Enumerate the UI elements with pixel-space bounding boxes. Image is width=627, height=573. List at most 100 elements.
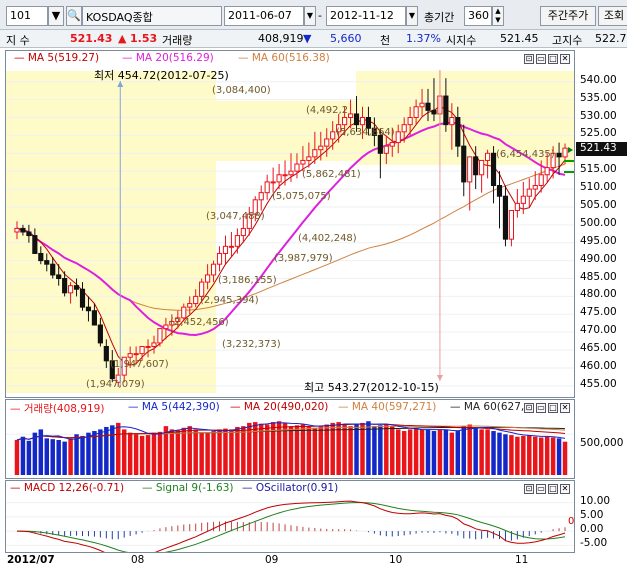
highlight-region (6, 71, 216, 393)
weekly-price-button[interactable]: 주간주가 (540, 6, 596, 26)
volume-bar (300, 424, 306, 475)
pin-icon[interactable]: ⊡ (524, 484, 534, 494)
candle-body (342, 117, 348, 126)
vol-ma60-legend: — MA 60(627, (450, 401, 524, 413)
volume-bar (199, 432, 204, 475)
candle-body (324, 138, 330, 147)
quote-bar: 지 수 521.43 ▲ 1.53 거래량 408,919 ▼ 5,660 천 … (0, 30, 627, 48)
date-axis: 2012/07 08 09 10 11 (5, 553, 575, 570)
volume-bar (407, 429, 413, 475)
volume-annotation: (3,987,979) (274, 253, 333, 264)
candle-body (318, 145, 324, 151)
candle-body (407, 117, 413, 126)
maximize-icon[interactable]: □ (548, 403, 558, 413)
candle-body (133, 353, 139, 356)
vol-ma5-legend-text: MA 5(442,390) (141, 401, 220, 413)
search-button[interactable]: 🔍 (66, 6, 82, 26)
volume-bar (253, 422, 258, 475)
period-label: 총기간 (424, 11, 455, 24)
volume-bar (425, 429, 431, 475)
close-icon[interactable]: ✕ (560, 484, 570, 494)
code-dropdown-button[interactable]: ▼ (48, 6, 64, 26)
price-y-tick: 480.00 (580, 288, 617, 300)
pin-icon[interactable]: ⊡ (524, 403, 534, 413)
volume-annotation: (1,947,079) (86, 379, 145, 390)
start-date-input[interactable]: 2011-06-07 (224, 6, 304, 26)
volume-chart-panel[interactable]: — 거래량(408,919) — MA 5(442,390) — MA 20(4… (5, 399, 575, 479)
legend-line-icon: — (10, 482, 24, 494)
volume-bar (223, 428, 228, 475)
restore-icon[interactable]: ▭ (536, 54, 546, 64)
candle-body (479, 159, 485, 176)
restore-icon[interactable]: ▭ (536, 403, 546, 413)
candle-body (85, 306, 92, 312)
candle-body (431, 109, 437, 115)
candle-body (294, 163, 300, 172)
candle-body (228, 245, 235, 248)
pin-icon[interactable]: ⊡ (524, 54, 534, 64)
volume-bar (288, 426, 294, 475)
volume-bar (44, 438, 49, 475)
volume-bar (217, 429, 222, 475)
ma60-legend-text: MA 60(516.38) (251, 52, 330, 64)
volume-bar (562, 441, 568, 475)
close-icon[interactable]: ✕ (560, 54, 570, 64)
volume-bar (74, 434, 79, 475)
query-button[interactable]: 조회 (598, 6, 627, 26)
period-input[interactable]: 360 (464, 6, 492, 26)
macd-chart-panel[interactable]: — MACD 12,26(-0.71) — Signal 9(-1.63) — … (5, 480, 575, 553)
candle-body (461, 145, 467, 183)
maximize-icon[interactable]: □ (548, 484, 558, 494)
rate-value: 1.37% (406, 32, 441, 45)
code-input[interactable]: 101 (6, 6, 48, 26)
candle-body (395, 131, 401, 144)
ma20-legend-text: MA 20(516.29) (135, 52, 214, 64)
candle-body (258, 192, 264, 201)
volume-bar (50, 439, 55, 475)
candle-body (151, 342, 157, 347)
end-date-dropdown[interactable]: ▼ (406, 6, 418, 26)
legend-line-icon: — (450, 401, 464, 413)
volume-bar (443, 429, 449, 475)
vol-ma20-legend: — MA 20(490,020) (230, 401, 328, 413)
volume-bar (116, 422, 121, 475)
candle-body (330, 131, 336, 140)
candle-body (377, 134, 383, 154)
candle-body (79, 288, 86, 308)
restore-icon[interactable]: ▭ (536, 484, 546, 494)
volume-bar (431, 431, 437, 475)
end-date-input[interactable]: 2012-11-12 (326, 6, 406, 26)
legend-line-icon: — (122, 52, 136, 64)
candle-body (425, 102, 431, 111)
period-spinner[interactable]: ▲ ▼ (492, 6, 504, 26)
volume-bar (32, 432, 38, 475)
candle-body (473, 156, 479, 176)
volume-value: 408,919 (258, 32, 304, 45)
chevron-down-icon: ▼ (51, 9, 61, 22)
legend-line-icon: — (128, 401, 142, 413)
candle-body (556, 152, 562, 158)
volume-label: 거래량 (162, 34, 193, 47)
start-date-dropdown[interactable]: ▼ (304, 6, 316, 26)
down-triangle-icon: ▼ (303, 32, 312, 45)
volume-annotation: (3,232,373) (222, 339, 281, 350)
price-chart-panel[interactable]: 최저 454.72(2012-07-25) 최고 543.27(2012-10-1… (5, 50, 575, 398)
maximize-icon[interactable]: □ (548, 54, 558, 64)
volume-bar (467, 424, 472, 475)
volume-bar (264, 424, 270, 475)
candle-body (306, 156, 312, 161)
price-y-tick: 540.00 (580, 74, 617, 86)
volume-bar (247, 422, 252, 475)
close-icon[interactable]: ✕ (560, 403, 570, 413)
change-value: 1.53 (130, 32, 158, 45)
candle-body (14, 227, 20, 233)
volume-bar (175, 430, 181, 475)
ma20-legend: — MA 20(516.29) (122, 52, 214, 64)
volume-bar (419, 429, 425, 475)
legend-line-icon: — (10, 403, 24, 415)
chevron-down-icon: ▼ (408, 11, 416, 20)
volume-bar (133, 434, 139, 475)
price-value: 521.43 (70, 32, 113, 45)
date-label-09: 09 (265, 554, 279, 566)
candle-body (449, 117, 455, 126)
